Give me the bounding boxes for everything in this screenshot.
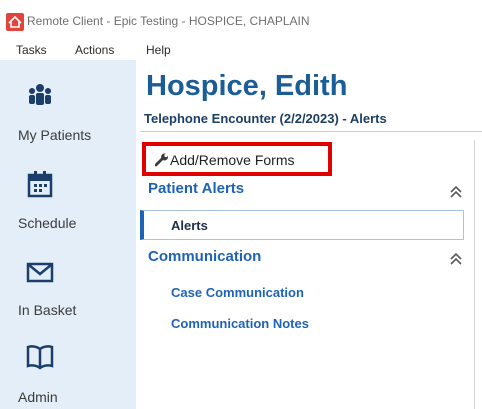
patients-icon bbox=[29, 84, 51, 105]
sidebar-item-admin[interactable]: Admin bbox=[0, 340, 136, 409]
epic-app-icon bbox=[6, 13, 24, 31]
divider bbox=[140, 131, 482, 132]
sidebar-item-label: Schedule bbox=[18, 215, 77, 231]
wrench-icon bbox=[155, 153, 168, 167]
link-communication-notes[interactable]: Communication Notes bbox=[171, 316, 309, 331]
link-case-communication[interactable]: Case Communication bbox=[171, 285, 304, 300]
add-remove-forms-button[interactable]: Add/Remove Forms bbox=[142, 142, 332, 176]
sidebar-item-label: Admin bbox=[18, 389, 58, 405]
sidebar-item-schedule[interactable]: Schedule bbox=[0, 168, 136, 238]
encounter-title: Telephone Encounter (2/2/2023) - Alerts bbox=[144, 111, 387, 126]
patient-name: Hospice, Edith bbox=[146, 70, 348, 102]
menu-actions[interactable]: Actions bbox=[75, 43, 114, 57]
menu-bar bbox=[0, 38, 482, 60]
add-remove-forms-label: Add/Remove Forms bbox=[170, 152, 295, 168]
envelope-icon bbox=[26, 262, 54, 283]
sidebar-item-my-patients[interactable]: My Patients bbox=[0, 80, 136, 150]
sidebar-item-label: My Patients bbox=[18, 127, 92, 143]
nav-item-alerts[interactable]: Alerts bbox=[140, 210, 464, 240]
nav-item-label: Alerts bbox=[171, 218, 208, 233]
title-bar: Remote Client - Epic Testing - HOSPICE, … bbox=[0, 0, 482, 38]
section-header-patient-alerts[interactable]: Patient Alerts bbox=[148, 180, 244, 197]
menu-help[interactable]: Help bbox=[146, 43, 171, 57]
collapse-icon[interactable] bbox=[448, 185, 464, 199]
book-icon bbox=[26, 345, 54, 370]
calendar-icon bbox=[27, 171, 53, 198]
sidebar-item-label: In Basket bbox=[18, 302, 77, 318]
menu-tasks[interactable]: Tasks bbox=[16, 43, 47, 57]
section-header-communication[interactable]: Communication bbox=[148, 248, 261, 265]
collapse-icon[interactable] bbox=[448, 252, 464, 266]
window-title: Remote Client - Epic Testing - HOSPICE, … bbox=[27, 14, 310, 28]
content-panel-edge bbox=[474, 140, 482, 409]
sidebar-item-in-basket[interactable]: In Basket bbox=[0, 256, 136, 326]
